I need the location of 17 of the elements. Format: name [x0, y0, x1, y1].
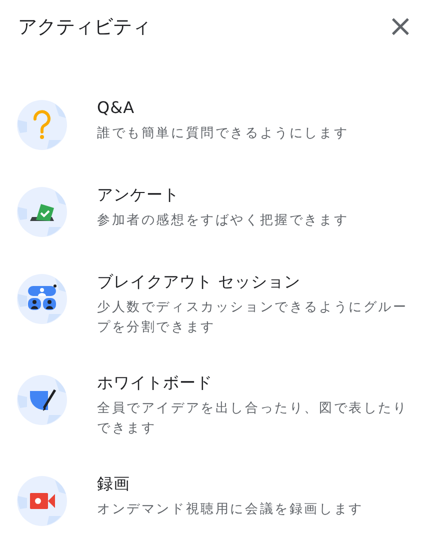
ballot-icon — [17, 187, 67, 237]
activity-title[interactable]: ブレイクアウト セッション — [97, 271, 409, 293]
activity-description: 誰でも簡単に質問できるようにします — [97, 125, 350, 143]
activity-description: 全員でアイデアを出し合ったり、図で表したりできます — [97, 400, 409, 438]
panel-title: アクティビティ — [18, 15, 151, 40]
activity-title[interactable]: アンケート — [97, 184, 409, 206]
video-camera-icon — [17, 476, 67, 526]
activity-description: 少人数でディスカッションできるようにグループを分割できます — [97, 299, 409, 337]
pen-board-icon — [17, 375, 67, 425]
group-icon — [17, 274, 67, 324]
close-button[interactable]: × — [384, 12, 417, 42]
activity-description: 参加者の感想をすばやく把握できます — [97, 212, 350, 230]
activity-title[interactable]: ホワイトボード — [97, 372, 409, 394]
activity-title[interactable]: 録画 — [97, 473, 409, 495]
activity-title[interactable]: Q&A — [97, 97, 409, 119]
activity-description: オンデマンド視聴用に会議を録画します — [97, 501, 364, 519]
question-mark-icon — [17, 100, 67, 150]
